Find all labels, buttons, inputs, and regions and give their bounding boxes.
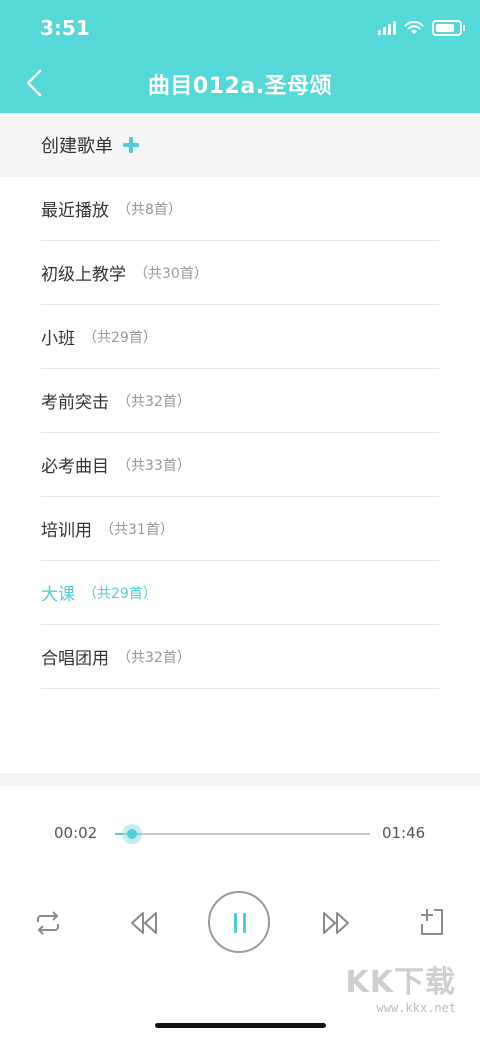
cellular-signal-icon <box>378 21 396 35</box>
total-time: 01:46 <box>382 824 426 842</box>
create-playlist-label: 创建歌单 <box>41 136 113 157</box>
battery-icon <box>432 20 465 36</box>
add-to-list-icon <box>421 909 443 935</box>
playlist-item[interactable]: 必考曲目 （共33首） <box>41 433 439 497</box>
status-icons <box>378 20 465 36</box>
playlist-list: 最近播放 （共8首） 初级上教学 （共30首） 小班 （共29首） 考前突击 （共32首） 必考… <box>0 177 480 689</box>
progress-knob[interactable] <box>122 824 142 844</box>
playlist-item[interactable]: 培训用 （共31首） <box>41 497 439 561</box>
rewind-icon <box>131 912 157 934</box>
repeat-icon <box>37 911 59 935</box>
playlist-count: （共30首） <box>134 265 208 282</box>
home-indicator[interactable] <box>155 1023 326 1028</box>
playlist-count: （共32首） <box>117 649 191 666</box>
playlist-count: （共8首） <box>117 201 182 218</box>
playlist-name: 大课 <box>41 585 75 605</box>
pause-icon <box>234 913 237 933</box>
pause-button[interactable] <box>208 891 270 953</box>
wifi-icon <box>404 21 424 34</box>
plus-icon <box>123 137 139 153</box>
playlist-name: 必考曲目 <box>41 457 109 477</box>
playlist-count: （共33首） <box>117 457 191 474</box>
playlist-name: 考前突击 <box>41 393 109 413</box>
repeat-button[interactable] <box>33 908 63 938</box>
playlist-item[interactable]: 考前突击 （共32首） <box>41 369 439 433</box>
playlist-name: 合唱团用 <box>41 649 109 669</box>
playlist-name: 小班 <box>41 329 75 349</box>
playlist-item[interactable]: 大课 （共29首） <box>41 561 439 625</box>
playlist-name: 最近播放 <box>41 201 109 221</box>
playlist-name: 初级上教学 <box>41 265 126 285</box>
playlist-item[interactable]: 小班 （共29首） <box>41 305 439 369</box>
fast-forward-button[interactable] <box>321 909 351 937</box>
fast-forward-icon <box>323 912 349 934</box>
rewind-button[interactable] <box>129 909 159 937</box>
playlist-item[interactable]: 最近播放 （共8首） <box>41 177 439 241</box>
playlist-item[interactable]: 合唱团用 （共32首） <box>41 625 439 689</box>
playlist-count: （共32首） <box>117 393 191 410</box>
playlist-item[interactable]: 初级上教学 （共30首） <box>41 241 439 305</box>
header: 3:51 曲目012a.圣母颂 <box>0 0 480 113</box>
section-divider <box>0 773 480 786</box>
create-playlist-button[interactable]: 创建歌单 <box>0 113 480 177</box>
playlist-count: （共29首） <box>83 329 157 346</box>
playlist-count: （共29首） <box>83 585 157 602</box>
status-time: 3:51 <box>40 16 90 40</box>
playlist-name: 培训用 <box>41 521 92 541</box>
watermark-url: www.kkx.net <box>376 1001 456 1015</box>
playlist-count: （共31首） <box>100 521 174 538</box>
progress-bar[interactable] <box>115 824 370 844</box>
watermark-logo: KK下载 <box>345 965 456 1000</box>
watermark: KK下载 www.kkx.net <box>346 957 457 1015</box>
add-to-playlist-button[interactable] <box>418 906 446 938</box>
current-time: 00:02 <box>54 824 98 842</box>
page-title: 曲目012a.圣母颂 <box>147 74 333 99</box>
